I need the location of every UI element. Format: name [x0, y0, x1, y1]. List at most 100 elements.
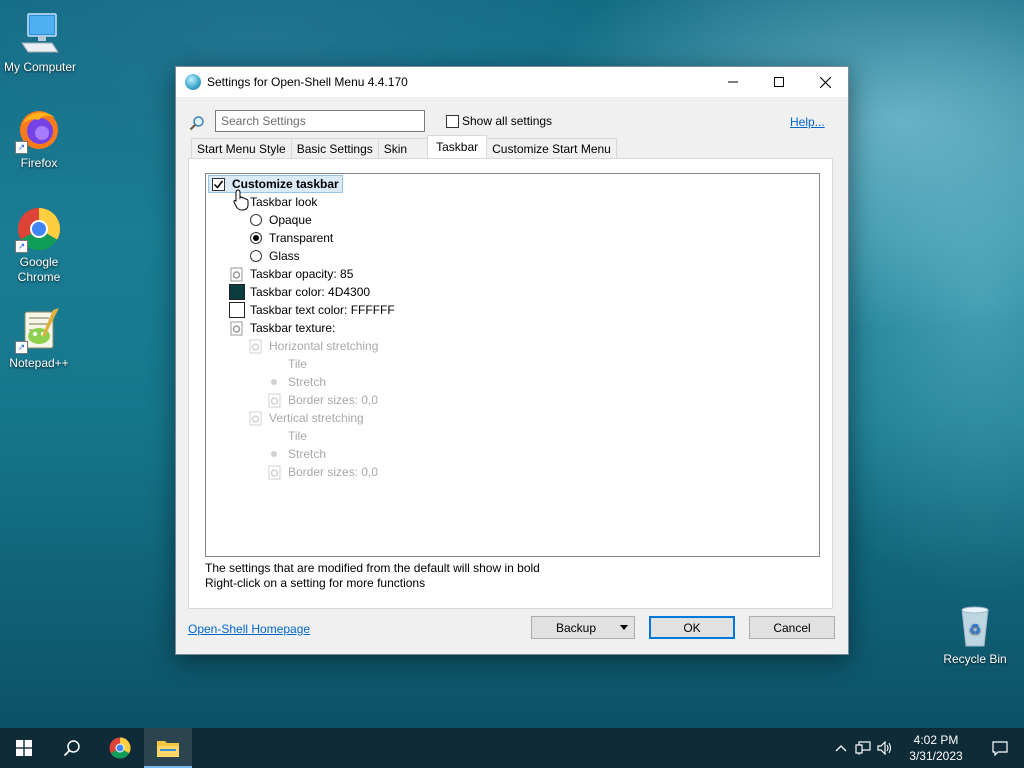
glass-radio[interactable]	[250, 250, 262, 262]
taskbar-color-swatch	[229, 284, 245, 300]
tree-item-taskbar-look[interactable]: Taskbar look	[250, 193, 317, 211]
title-bar[interactable]: Settings for Open-Shell Menu 4.4.170	[176, 67, 848, 97]
ok-label: OK	[683, 620, 701, 635]
maximize-icon	[774, 77, 784, 87]
action-center-button[interactable]	[976, 728, 1024, 768]
clock[interactable]: 4:02 PM 3/31/2023	[896, 732, 976, 764]
taskbar-color-label: Taskbar color: 4D4300	[250, 285, 371, 299]
help-link[interactable]: Help...	[790, 115, 825, 129]
v-border-sizes-label: Border sizes: 0,0	[288, 465, 379, 479]
tree-item-v-border-sizes[interactable]: Border sizes: 0,0	[267, 463, 378, 481]
tab-taskbar[interactable]: Taskbar	[427, 135, 488, 158]
open-shell-icon	[185, 74, 201, 90]
opaque-radio[interactable]	[250, 214, 262, 226]
taskbar-chrome-button[interactable]	[96, 728, 144, 768]
settings-page-icon	[267, 465, 282, 480]
tree-item-v-tile[interactable]: Tile	[288, 427, 307, 445]
desktop-icon-firefox[interactable]: ↗ Firefox	[0, 106, 79, 171]
bullet-icon	[271, 451, 277, 457]
volume-button[interactable]	[874, 728, 896, 768]
desktop-icon-notepad-plus-plus[interactable]: ↗ Notepad++	[0, 306, 79, 371]
desktop-icon-google-chrome[interactable]: ↗ Google Chrome	[0, 205, 79, 285]
open-shell-homepage-link[interactable]: Open-Shell Homepage	[188, 622, 310, 636]
tab-basic-settings[interactable]: Basic Settings	[290, 138, 379, 158]
search-input[interactable]	[215, 110, 425, 132]
firefox-icon: ↗	[15, 106, 63, 154]
desktop-icon-recycle-bin[interactable]: ♻ Recycle Bin	[935, 602, 1015, 667]
info-line-2: Right-click on a setting for more functi…	[205, 576, 426, 590]
window-title: Settings for Open-Shell Menu 4.4.170	[207, 75, 408, 89]
shortcut-arrow-icon: ↗	[15, 141, 28, 154]
tree-item-horizontal-stretching[interactable]: Horizontal stretching	[248, 337, 378, 355]
desktop-icon-my-computer[interactable]: My Computer	[0, 10, 80, 75]
close-button[interactable]	[802, 67, 848, 97]
show-hidden-icons-button[interactable]	[830, 728, 852, 768]
computer-icon	[16, 10, 64, 58]
chevron-up-icon	[835, 745, 847, 752]
tab-skin[interactable]: Skin	[377, 138, 429, 158]
show-all-settings-checkbox[interactable]: Show all settings	[446, 114, 552, 128]
settings-page-icon	[248, 339, 263, 354]
tree-item-glass[interactable]: Glass	[250, 247, 300, 265]
tree-item-taskbar-opacity[interactable]: Taskbar opacity: 85	[229, 265, 353, 283]
tree-item-h-stretch[interactable]: Stretch	[267, 373, 326, 391]
taskbar-text-color-label: Taskbar text color: FFFFFF	[250, 303, 395, 317]
transparent-label: Transparent	[269, 231, 334, 245]
customize-taskbar-checkbox[interactable]	[212, 177, 225, 191]
taskbar-file-explorer-button[interactable]	[144, 728, 192, 768]
clock-date: 3/31/2023	[909, 749, 963, 763]
tree-item-taskbar-text-color[interactable]: Taskbar text color: FFFFFF	[229, 301, 395, 319]
system-tray: 4:02 PM 3/31/2023	[830, 728, 1024, 768]
cancel-button[interactable]: Cancel	[749, 616, 835, 639]
v-tile-label: Tile	[288, 429, 307, 443]
v-stretch-label: Stretch	[288, 447, 327, 461]
taskbar-opacity-label: Taskbar opacity: 85	[250, 267, 354, 281]
tree-item-customize-taskbar[interactable]: Customize taskbar	[208, 175, 343, 193]
search-icon	[189, 115, 205, 131]
tree-item-vertical-stretching[interactable]: Vertical stretching	[248, 409, 364, 427]
tree-item-v-stretch[interactable]: Stretch	[267, 445, 326, 463]
notepad-plus-plus-icon: ↗	[15, 306, 63, 354]
taskbar-search-button[interactable]	[48, 728, 96, 768]
show-all-checkbox-box[interactable]	[446, 114, 459, 128]
desktop-icon-label-text: Google Chrome	[17, 255, 61, 284]
settings-page-icon	[229, 267, 244, 282]
ok-button[interactable]: OK	[649, 616, 735, 639]
settings-page-icon	[248, 411, 263, 426]
tree-item-taskbar-texture[interactable]: Taskbar texture:	[229, 319, 335, 337]
dropdown-arrow-icon	[620, 625, 628, 630]
chrome-icon: ↗	[15, 205, 63, 253]
speaker-icon	[877, 741, 892, 755]
hand-cursor-icon	[233, 189, 249, 214]
network-icon	[855, 741, 871, 755]
transparent-radio[interactable]	[250, 232, 262, 244]
tree-item-h-tile[interactable]: Tile	[288, 355, 307, 373]
minimize-button[interactable]	[710, 67, 756, 97]
cancel-label: Cancel	[773, 620, 811, 635]
backup-label: Backup	[555, 620, 597, 635]
desktop-icon-label: Firefox	[20, 156, 58, 170]
taskbar-tab-panel: Customize taskbar Taskbar look Opaque Tr…	[188, 158, 833, 609]
tab-strip: Start Menu Style Basic Settings Skin Tas…	[191, 135, 617, 158]
tab-start-menu-style[interactable]: Start Menu Style	[191, 138, 292, 158]
tree-item-transparent[interactable]: Transparent	[250, 229, 333, 247]
folder-icon	[157, 741, 179, 757]
show-all-label: Show all settings	[462, 114, 553, 128]
tree-item-taskbar-color[interactable]: Taskbar color: 4D4300	[229, 283, 370, 301]
settings-tree[interactable]: Customize taskbar Taskbar look Opaque Tr…	[205, 173, 820, 557]
close-icon	[819, 76, 831, 88]
recycle-bin-icon: ♻	[951, 602, 999, 650]
backup-button[interactable]: Backup	[531, 616, 635, 639]
info-line-1: The settings that are modified from the …	[205, 561, 540, 575]
chrome-icon	[109, 737, 131, 759]
desktop-icon-label: My Computer	[3, 60, 77, 74]
tree-item-opaque[interactable]: Opaque	[250, 211, 312, 229]
checkmark-icon	[213, 180, 224, 189]
maximize-button[interactable]	[756, 67, 802, 97]
network-button[interactable]	[852, 728, 874, 768]
horizontal-stretching-label: Horizontal stretching	[269, 339, 379, 353]
settings-page-icon	[267, 393, 282, 408]
tree-item-h-border-sizes[interactable]: Border sizes: 0,0	[267, 391, 378, 409]
tab-customize-start-menu[interactable]: Customize Start Menu	[486, 138, 617, 158]
start-button[interactable]	[0, 728, 48, 768]
